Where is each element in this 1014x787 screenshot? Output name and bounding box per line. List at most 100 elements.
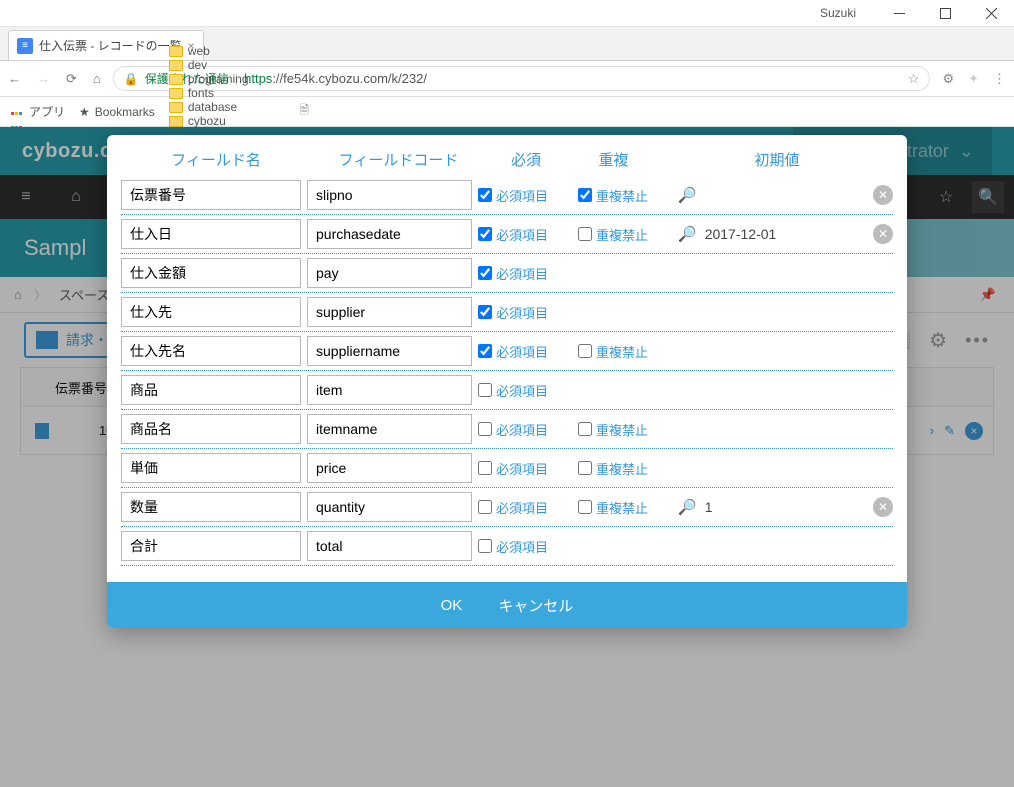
required-cell: 必須項目 (478, 498, 572, 517)
field-row: 必須項目 重複禁止 (121, 449, 893, 488)
folder-icon (169, 46, 183, 57)
folder-icon (169, 116, 183, 127)
fieldcode-input[interactable] (307, 219, 472, 249)
required-checkbox[interactable] (478, 305, 492, 319)
unique-label[interactable]: 重複禁止 (596, 420, 648, 439)
fieldcode-input[interactable] (307, 258, 472, 288)
bookmark-folder[interactable]: dev (169, 58, 272, 72)
window-minimize-button[interactable] (876, 0, 922, 27)
lookup-icon[interactable]: 🔍 (678, 498, 697, 516)
window-close-button[interactable] (968, 0, 1014, 27)
unique-label[interactable]: 重複禁止 (596, 225, 648, 244)
fieldcode-input[interactable] (307, 375, 472, 405)
nav-forward-icon[interactable]: → (37, 71, 50, 86)
bookmark-folder[interactable]: web (169, 44, 272, 58)
nav-back-icon[interactable]: ← (8, 71, 21, 86)
fieldname-input[interactable] (121, 219, 301, 249)
required-label[interactable]: 必須項目 (496, 459, 548, 478)
fieldcode-input[interactable] (307, 336, 472, 366)
required-cell: 必須項目 (478, 420, 572, 439)
ok-button[interactable]: OK (441, 597, 463, 614)
unique-checkbox[interactable] (578, 500, 592, 514)
fieldcode-input[interactable] (307, 414, 472, 444)
required-checkbox[interactable] (478, 188, 492, 202)
required-label[interactable]: 必須項目 (496, 264, 548, 283)
required-checkbox[interactable] (478, 227, 492, 241)
nav-home-icon[interactable]: ⌂ (93, 71, 101, 86)
fieldcode-input[interactable] (307, 492, 472, 522)
lookup-icon[interactable]: 🔍 (678, 225, 697, 243)
unique-label[interactable]: 重複禁止 (596, 342, 648, 361)
unique-checkbox[interactable] (578, 422, 592, 436)
bookmark-folder[interactable]: programing (169, 72, 272, 86)
unique-cell: 重複禁止 (578, 459, 672, 478)
initial-cell: 🔍 1 ✕ (678, 497, 893, 517)
fieldcode-input[interactable] (307, 453, 472, 483)
unique-label[interactable]: 重複禁止 (596, 459, 648, 478)
unique-label[interactable]: 重複禁止 (596, 186, 648, 205)
browser-menu-icon[interactable]: ⋮ (993, 71, 1006, 87)
required-checkbox[interactable] (478, 422, 492, 436)
required-label[interactable]: 必須項目 (496, 420, 548, 439)
extension-icon[interactable]: ✦ (968, 71, 979, 87)
required-cell: 必須項目 (478, 303, 572, 322)
required-checkbox[interactable] (478, 344, 492, 358)
required-checkbox[interactable] (478, 500, 492, 514)
initial-value: 1 (705, 499, 713, 515)
unique-checkbox[interactable] (578, 227, 592, 241)
required-label[interactable]: 必須項目 (496, 186, 548, 205)
bookmark-folder[interactable]: cybozu (169, 114, 272, 128)
folder-icon (169, 88, 183, 99)
window-titlebar: Suzuki (0, 0, 1014, 27)
clear-icon[interactable]: ✕ (873, 497, 893, 517)
header-fieldcode: フィールドコード (311, 149, 486, 170)
fieldname-input[interactable] (121, 492, 301, 522)
fieldname-input[interactable] (121, 297, 301, 327)
required-label[interactable]: 必須項目 (496, 303, 548, 322)
clear-icon[interactable]: ✕ (873, 185, 893, 205)
fieldname-input[interactable] (121, 531, 301, 561)
field-row: 必須項目 (121, 254, 893, 293)
required-label[interactable]: 必須項目 (496, 225, 548, 244)
unique-checkbox[interactable] (578, 188, 592, 202)
bookmark-page-icon[interactable]: 🗎 (299, 101, 309, 122)
required-checkbox[interactable] (478, 539, 492, 553)
bookmarks-bar: アプリ ★ Bookmarks webdevprogramingfontsdat… (0, 97, 1014, 127)
required-checkbox[interactable] (478, 266, 492, 280)
required-label[interactable]: 必須項目 (496, 498, 548, 517)
fieldname-input[interactable] (121, 180, 301, 210)
required-label[interactable]: 必須項目 (496, 381, 548, 400)
fieldname-input[interactable] (121, 336, 301, 366)
fieldcode-input[interactable] (307, 297, 472, 327)
unique-label[interactable]: 重複禁止 (596, 498, 648, 517)
initial-cell: 🔍✕ (678, 185, 893, 205)
bookmark-folder[interactable]: fonts (169, 86, 272, 100)
fieldname-input[interactable] (121, 453, 301, 483)
lookup-icon[interactable]: 🔍 (678, 186, 697, 204)
required-label[interactable]: 必須項目 (496, 537, 548, 556)
fieldname-input[interactable] (121, 414, 301, 444)
fieldcode-input[interactable] (307, 531, 472, 561)
fieldname-input[interactable] (121, 375, 301, 405)
apps-button[interactable]: アプリ (10, 103, 65, 120)
extension-icon[interactable]: ⚙ (942, 71, 954, 87)
cancel-button[interactable]: キャンセル (498, 595, 573, 616)
bookmark-bookmarks[interactable]: ★ Bookmarks (79, 105, 155, 119)
unique-checkbox[interactable] (578, 461, 592, 475)
unique-cell: 重複禁止 (578, 498, 672, 517)
bookmark-star-icon[interactable]: ☆ (908, 71, 920, 87)
clear-icon[interactable]: ✕ (873, 224, 893, 244)
window-maximize-button[interactable] (922, 0, 968, 27)
required-cell: 必須項目 (478, 459, 572, 478)
nav-reload-icon[interactable]: ⟳ (66, 71, 77, 87)
fieldname-input[interactable] (121, 258, 301, 288)
required-label[interactable]: 必須項目 (496, 342, 548, 361)
unique-cell: 重複禁止 (578, 225, 672, 244)
folder-icon (169, 60, 183, 71)
field-row: 必須項目 (121, 293, 893, 332)
required-checkbox[interactable] (478, 461, 492, 475)
required-checkbox[interactable] (478, 383, 492, 397)
fieldcode-input[interactable] (307, 180, 472, 210)
unique-checkbox[interactable] (578, 344, 592, 358)
bookmark-folder[interactable]: database (169, 100, 272, 114)
